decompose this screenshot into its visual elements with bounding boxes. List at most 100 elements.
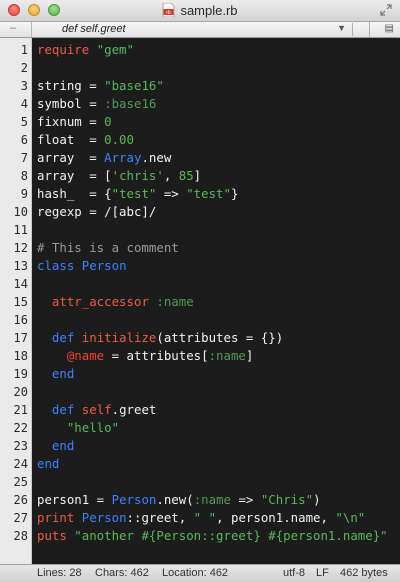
code-line[interactable]: 13 class Person xyxy=(0,257,400,275)
line-number: 21 xyxy=(13,403,28,417)
line-number: 18 xyxy=(13,349,28,363)
code-line[interactable]: 6 float = 0.00 xyxy=(0,131,400,149)
code-line[interactable]: 15 attr_accessor :name xyxy=(0,293,400,311)
line-number: 11 xyxy=(13,223,28,237)
line-number: 5 xyxy=(20,115,28,129)
code-token: symbol = xyxy=(37,96,105,111)
code-line[interactable]: 10 regexp = /[abc]/ xyxy=(0,203,400,221)
code-token: ] xyxy=(245,348,254,363)
line-number: 2 xyxy=(20,61,28,75)
code-text: array = ['chris', 85] xyxy=(37,167,201,185)
fullscreen-icon[interactable] xyxy=(379,4,393,18)
code-token: @name xyxy=(66,348,105,363)
code-token: => xyxy=(156,186,187,201)
code-token: array = xyxy=(37,150,105,165)
code-line[interactable]: 16 xyxy=(0,311,400,329)
code-line[interactable]: 26 person1 = Person.new(:name => "Chris") xyxy=(0,491,400,509)
code-text: string = "base16" xyxy=(37,77,164,95)
code-token: float = xyxy=(37,132,105,147)
code-token: class xyxy=(37,258,75,273)
code-token: "hello" xyxy=(66,420,120,435)
code-token: Array xyxy=(104,150,142,165)
code-line[interactable]: 21 def self.greet xyxy=(0,401,400,419)
code-line[interactable]: 19 end xyxy=(0,365,400,383)
code-editor[interactable]: 1 require "gem" 2 3 string = "base16" 4 symbol… xyxy=(0,38,400,564)
line-number: 8 xyxy=(20,169,28,183)
code-text: regexp = /[abc]/ xyxy=(37,203,156,221)
line-number: 26 xyxy=(13,493,28,507)
code-token: "another #{Person::greet} #{person1.name… xyxy=(66,528,388,543)
code-text: def initialize(attributes = {}) xyxy=(37,329,283,347)
current-symbol[interactable]: def self.greet xyxy=(62,23,126,35)
code-text: "hello" xyxy=(37,419,119,437)
code-line[interactable]: 1 require "gem" xyxy=(0,41,400,59)
line-number: 9 xyxy=(20,187,28,201)
line-number: 19 xyxy=(13,367,28,381)
line-number: 15 xyxy=(13,295,28,309)
code-token: 0.00 xyxy=(104,132,134,147)
code-token: 'chris' xyxy=(111,168,164,183)
line-number: 20 xyxy=(13,385,28,399)
status-encoding[interactable]: utf-8 xyxy=(283,567,305,579)
code-line[interactable]: 3 string = "base16" xyxy=(0,77,400,95)
code-line[interactable]: 28 puts "another #{Person::greet} #{perso… xyxy=(0,527,400,545)
code-token: end xyxy=(51,438,75,453)
split-view-icon[interactable]: ▤ xyxy=(385,23,394,34)
code-line[interactable]: 5 fixnum = 0 xyxy=(0,113,400,131)
code-text: def self.greet xyxy=(37,401,156,419)
file-type-badge: rb xyxy=(167,10,172,16)
code-line[interactable]: 17 def initialize(attributes = {}) xyxy=(0,329,400,347)
code-line[interactable]: 25 xyxy=(0,473,400,491)
code-token: # This is a comment xyxy=(37,240,179,255)
code-line[interactable]: 12 # This is a comment xyxy=(0,239,400,257)
code-token: person1 = xyxy=(37,492,112,507)
code-token: , person1.name, xyxy=(216,510,336,525)
code-token: , xyxy=(163,168,179,183)
line-number: 6 xyxy=(20,133,28,147)
line-number: 1 xyxy=(20,43,28,57)
code-token: def xyxy=(51,402,75,417)
code-token: "base16" xyxy=(104,78,164,93)
window-title-text: sample.rb xyxy=(180,3,238,18)
status-file-size: 462 bytes xyxy=(340,567,388,579)
code-line[interactable]: 20 xyxy=(0,383,400,401)
symbol-bar-gutter: – xyxy=(0,22,32,37)
code-line[interactable]: 14 xyxy=(0,275,400,293)
line-number: 4 xyxy=(20,97,28,111)
code-line[interactable]: 18 @name = attributes[:name] xyxy=(0,347,400,365)
line-number: 27 xyxy=(13,511,28,525)
code-line[interactable]: 7 array = Array.new xyxy=(0,149,400,167)
code-text: end xyxy=(37,437,74,455)
code-token: => xyxy=(231,492,261,507)
code-token: .new xyxy=(141,150,172,165)
line-number: 25 xyxy=(13,475,28,489)
code-text: hash_ = {"test" => "test"} xyxy=(37,185,238,203)
code-line[interactable]: 8 array = ['chris', 85] xyxy=(0,167,400,185)
code-line[interactable]: 22 "hello" xyxy=(0,419,400,437)
code-token: :name xyxy=(208,348,246,363)
symbol-bar-separator xyxy=(352,23,353,36)
code-text: @name = attributes[:name] xyxy=(37,347,254,365)
status-line-ending[interactable]: LF xyxy=(316,567,329,579)
symbol-bar: – def self.greet ▼ ▤ xyxy=(0,22,400,38)
code-text: end xyxy=(37,455,59,473)
line-number: 16 xyxy=(13,313,28,327)
code-text: attr_accessor :name xyxy=(37,293,194,311)
code-token: :name xyxy=(193,492,231,507)
code-line[interactable]: 9 hash_ = {"test" => "test"} xyxy=(0,185,400,203)
window-title: rb sample.rb xyxy=(0,3,400,18)
code-token: hash_ = { xyxy=(37,186,112,201)
code-line[interactable]: 4 symbol = :base16 xyxy=(0,95,400,113)
dropdown-chevron-icon[interactable]: ▼ xyxy=(337,23,346,33)
code-token: 0 xyxy=(104,114,112,129)
code-line[interactable]: 24 end xyxy=(0,455,400,473)
code-line[interactable]: 27 print Person::greet, " ", person1.name… xyxy=(0,509,400,527)
title-bar: rb sample.rb xyxy=(0,0,400,22)
code-line[interactable]: 11 xyxy=(0,221,400,239)
code-token: Person xyxy=(74,258,127,273)
code-line[interactable]: 2 xyxy=(0,59,400,77)
line-number: 22 xyxy=(13,421,28,435)
code-line[interactable]: 23 end xyxy=(0,437,400,455)
